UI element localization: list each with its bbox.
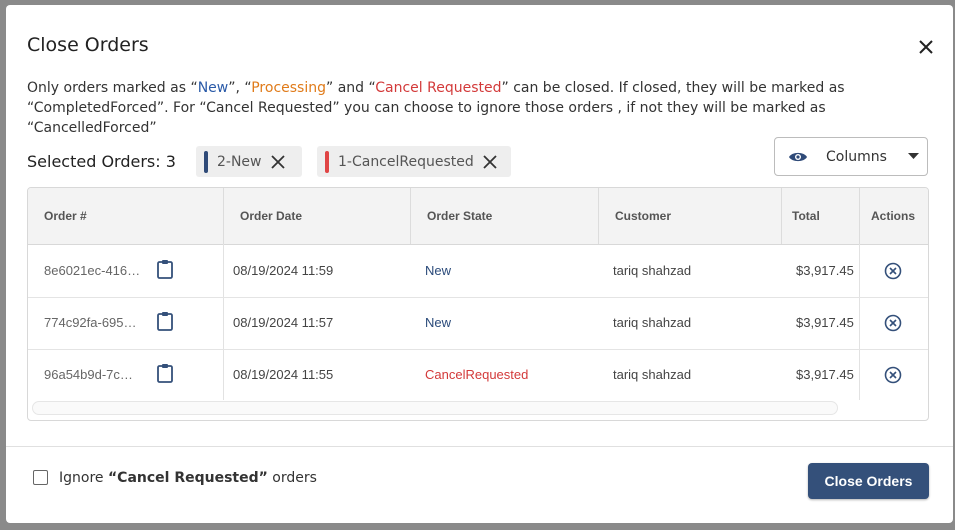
- order-total: $3,917.45: [796, 367, 854, 382]
- order-customer: tariq shahzad: [613, 367, 692, 382]
- chip-label: 1-CancelRequested: [338, 153, 474, 170]
- chip-cancel-requested: 1-CancelRequested: [317, 146, 511, 177]
- clipboard-icon[interactable]: [156, 363, 174, 383]
- column-header-total[interactable]: Total: [781, 188, 859, 244]
- selected-orders-count: Selected Orders: 3: [27, 152, 176, 171]
- label-text: orders: [267, 470, 317, 486]
- remove-circle-icon[interactable]: [884, 314, 902, 332]
- ignore-cancel-requested-label: Ignore “Cancel Requested” orders: [59, 470, 317, 486]
- footer-divider: [6, 446, 953, 447]
- dialog-description: Only orders marked as “New”, “Processing…: [27, 78, 932, 138]
- order-state: New: [425, 315, 452, 330]
- columns-button[interactable]: Columns: [774, 137, 928, 176]
- remove-circle-icon[interactable]: [884, 366, 902, 384]
- remove-circle-icon[interactable]: [884, 262, 902, 280]
- order-id: 8e6021ec-416…: [44, 263, 141, 278]
- ignore-cancel-requested-checkbox[interactable]: [33, 470, 48, 485]
- horizontal-scrollbar[interactable]: [32, 401, 838, 415]
- orders-table: Order # Order Date Order State Customer …: [27, 187, 929, 421]
- order-customer: tariq shahzad: [613, 263, 692, 278]
- order-state: New: [425, 263, 452, 278]
- column-header-actions: Actions: [859, 188, 928, 244]
- desc-text: ”, “: [228, 80, 252, 96]
- chip-label: 2-New: [217, 153, 262, 170]
- eye-icon: [789, 152, 807, 161]
- clipboard-icon[interactable]: [156, 311, 174, 331]
- order-date: 08/19/2024 11:59: [233, 263, 334, 278]
- chip-color-bar: [325, 150, 329, 173]
- table-row[interactable]: 774c92fa-695… 08/19/2024 11:57 New tariq…: [28, 297, 928, 350]
- column-header-customer[interactable]: Customer: [598, 188, 781, 244]
- desc-cancel-requested: Cancel Requested: [375, 80, 502, 96]
- table-row[interactable]: 8e6021ec-416… 08/19/2024 11:59 New tariq…: [28, 245, 928, 298]
- desc-text: ” and “: [326, 80, 376, 96]
- columns-button-label: Columns: [826, 148, 887, 165]
- desc-processing: Processing: [251, 80, 326, 96]
- label-bold-text: “Cancel Requested”: [107, 470, 268, 486]
- chip-remove-icon[interactable]: [482, 154, 498, 170]
- close-orders-button[interactable]: Close Orders: [808, 463, 929, 499]
- desc-new: New: [197, 80, 229, 96]
- column-header-order[interactable]: Order #: [28, 188, 223, 244]
- chip-color-bar: [204, 150, 208, 173]
- order-id: 96a54b9d-7c…: [44, 367, 133, 382]
- close-icon[interactable]: [915, 36, 937, 58]
- order-date: 08/19/2024 11:57: [233, 315, 334, 330]
- chip-remove-icon[interactable]: [270, 154, 286, 170]
- order-state: CancelRequested: [425, 367, 529, 382]
- chevron-down-icon: [907, 153, 919, 159]
- table-header: Order # Order Date Order State Customer …: [28, 188, 928, 245]
- close-orders-dialog: Close Orders Only orders marked as “New”…: [6, 5, 953, 523]
- label-text: Ignore: [59, 470, 108, 486]
- table-row[interactable]: 96a54b9d-7c… 08/19/2024 11:55 CancelRequ…: [28, 349, 928, 401]
- order-date: 08/19/2024 11:55: [233, 367, 334, 382]
- order-total: $3,917.45: [796, 263, 854, 278]
- order-customer: tariq shahzad: [613, 315, 692, 330]
- column-header-date[interactable]: Order Date: [223, 188, 410, 244]
- dialog-title: Close Orders: [27, 34, 149, 56]
- order-id: 774c92fa-695…: [44, 315, 137, 330]
- clipboard-icon[interactable]: [156, 259, 174, 279]
- column-header-state[interactable]: Order State: [410, 188, 598, 244]
- desc-text: Only orders marked as “: [27, 80, 198, 96]
- order-total: $3,917.45: [796, 315, 854, 330]
- chip-new: 2-New: [196, 146, 302, 177]
